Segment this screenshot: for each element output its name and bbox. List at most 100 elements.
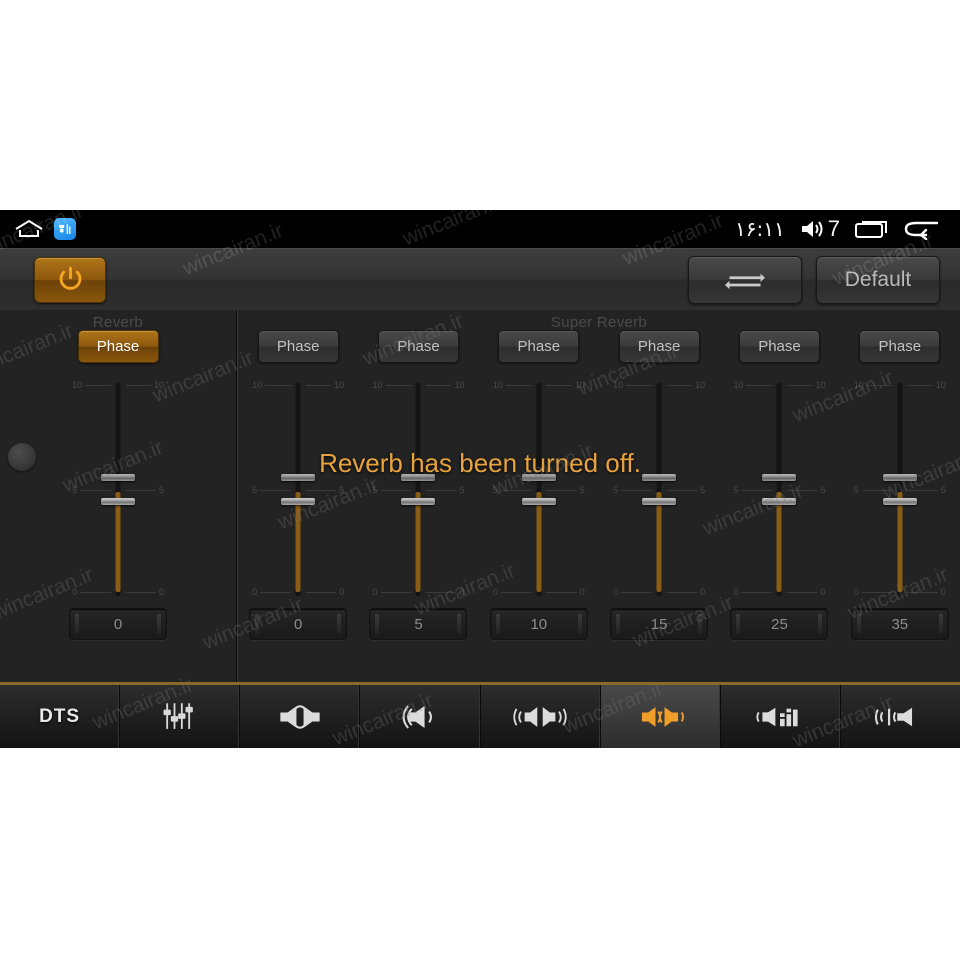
fader-handle[interactable] xyxy=(101,498,135,505)
value-box[interactable]: 0 xyxy=(249,608,348,640)
tab-equalizer[interactable] xyxy=(120,685,241,748)
value-box[interactable]: 35 xyxy=(850,608,949,640)
tab-dts[interactable]: DTS xyxy=(0,685,121,748)
channel-strip: Phase 10 10 5 xyxy=(0,310,236,682)
level-fader[interactable]: 10 10 5 5 0 0 xyxy=(493,377,585,602)
fader-tick-mid: 5 5 xyxy=(733,486,825,495)
tab-stereo-balance[interactable] xyxy=(240,685,361,748)
tab-speaker-bars[interactable] xyxy=(721,685,841,748)
phase-button[interactable]: Phase xyxy=(377,330,459,363)
fader-fill xyxy=(536,492,542,592)
fader-handle[interactable] xyxy=(642,498,677,505)
fader-handle[interactable] xyxy=(882,498,917,505)
toolbar-right-group: Default xyxy=(688,255,960,304)
tick-label: 0 xyxy=(579,587,585,597)
level-fader[interactable]: 10 10 5 5 0 0 xyxy=(72,377,164,602)
fader-fill xyxy=(295,492,301,592)
phase-button[interactable]: Phase xyxy=(77,330,159,363)
value-box[interactable]: 15 xyxy=(610,608,709,640)
fader-fill xyxy=(897,492,903,592)
phase-button-label: Phase xyxy=(878,338,922,355)
screenshot-canvas: ۱۶:۱۱ 7 Default Reverb Phase 10 10 5 5 0… xyxy=(0,0,960,960)
phase-button-label: Phase xyxy=(96,338,140,355)
default-button-label: Default xyxy=(844,267,912,291)
fader-handle[interactable] xyxy=(281,498,316,505)
fader-handle[interactable] xyxy=(521,498,556,505)
value-box[interactable]: 10 xyxy=(489,608,588,640)
volume-icon xyxy=(801,221,823,237)
tick-label: 5 xyxy=(820,485,826,495)
tick-label: 10 xyxy=(72,380,83,390)
app-icon[interactable] xyxy=(54,218,76,240)
fader-tick-top: 10 10 xyxy=(854,381,946,390)
fader-handle-upper[interactable] xyxy=(882,474,917,481)
android-status-bar: ۱۶:۱۱ 7 xyxy=(0,210,960,248)
value-box[interactable]: 25 xyxy=(730,608,829,640)
tick-label: 0 xyxy=(853,587,859,597)
car-audio-app-window: ۱۶:۱۱ 7 Default Reverb Phase 10 10 5 5 0… xyxy=(0,210,960,748)
fader-tick-mid: 5 5 xyxy=(372,486,464,495)
fader-tick-bottom: 0 0 xyxy=(72,588,164,597)
recents-icon[interactable] xyxy=(854,218,890,240)
tick-label: 0 xyxy=(372,587,378,597)
fader-handle-upper[interactable] xyxy=(642,474,677,481)
channel-strip: Phase 10 10 5 xyxy=(358,310,478,682)
value-box[interactable]: 0 xyxy=(69,608,167,640)
tick-label: 5 xyxy=(459,485,465,495)
tick-label: 0 xyxy=(733,587,739,597)
dts-text-icon: DTS xyxy=(39,705,81,727)
fader-handle-upper[interactable] xyxy=(401,474,436,481)
tick-label: 5 xyxy=(339,485,345,495)
tab-speaker-signal[interactable] xyxy=(841,685,960,748)
tick-label: 0 xyxy=(252,587,258,597)
tick-label: 0 xyxy=(700,587,706,597)
fader-handle-upper[interactable] xyxy=(762,474,797,481)
level-fader[interactable]: 10 10 5 5 0 0 xyxy=(613,377,705,602)
tab-reverb[interactable] xyxy=(600,685,721,748)
tab-speaker-waves[interactable] xyxy=(360,685,481,748)
default-button[interactable]: Default xyxy=(816,255,940,304)
tick-label: 10 xyxy=(613,380,624,390)
phase-button[interactable]: Phase xyxy=(859,330,941,363)
power-button[interactable] xyxy=(34,256,106,303)
channel-strip: Phase 10 10 5 xyxy=(599,310,719,682)
swap-button[interactable] xyxy=(688,255,802,304)
value-text: 0 xyxy=(113,615,123,633)
fader-handle[interactable] xyxy=(401,498,436,505)
tab-surround-speakers[interactable] xyxy=(481,685,601,748)
level-fader[interactable]: 10 10 5 5 0 0 xyxy=(733,377,825,602)
home-icon[interactable] xyxy=(14,219,44,239)
value-text: 5 xyxy=(414,615,423,633)
fader-handle-upper[interactable] xyxy=(101,474,135,481)
fader-fill xyxy=(115,492,121,592)
phase-button[interactable]: Phase xyxy=(257,330,339,363)
fader-tick-mid: 5 5 xyxy=(613,486,705,495)
phase-button-label: Phase xyxy=(637,338,681,355)
fader-tick-top: 10 10 xyxy=(613,381,705,390)
fader-handle-upper[interactable] xyxy=(281,474,316,481)
clock: ۱۶:۱۱ xyxy=(735,217,785,241)
fader-tick-mid: 5 5 xyxy=(72,486,164,495)
tick-label: 0 xyxy=(158,587,164,597)
tick-label: 5 xyxy=(492,485,498,495)
tick-label: 5 xyxy=(158,485,164,495)
level-fader[interactable]: 10 10 5 5 0 0 xyxy=(372,377,464,602)
level-fader[interactable]: 10 10 5 5 0 0 xyxy=(252,377,344,602)
level-fader[interactable]: 10 10 5 5 0 0 xyxy=(854,377,946,602)
fader-handle-upper[interactable] xyxy=(521,474,556,481)
tick-label: 5 xyxy=(372,485,378,495)
phase-button[interactable]: Phase xyxy=(738,330,820,363)
phase-button[interactable]: Phase xyxy=(618,330,700,363)
tick-label: 10 xyxy=(733,380,744,390)
back-icon[interactable] xyxy=(904,218,940,240)
tick-label: 5 xyxy=(700,485,706,495)
phase-button[interactable]: Phase xyxy=(498,330,580,363)
fader-handle[interactable] xyxy=(762,498,797,505)
speaker-bars-icon xyxy=(756,707,798,726)
value-box[interactable]: 5 xyxy=(369,608,468,640)
phase-button-label: Phase xyxy=(758,338,801,355)
tick-label: 5 xyxy=(940,485,946,495)
fader-tick-top: 10 10 xyxy=(372,381,464,390)
tick-label: 5 xyxy=(733,485,739,495)
channel-strip: Phase 10 10 5 xyxy=(840,310,960,682)
